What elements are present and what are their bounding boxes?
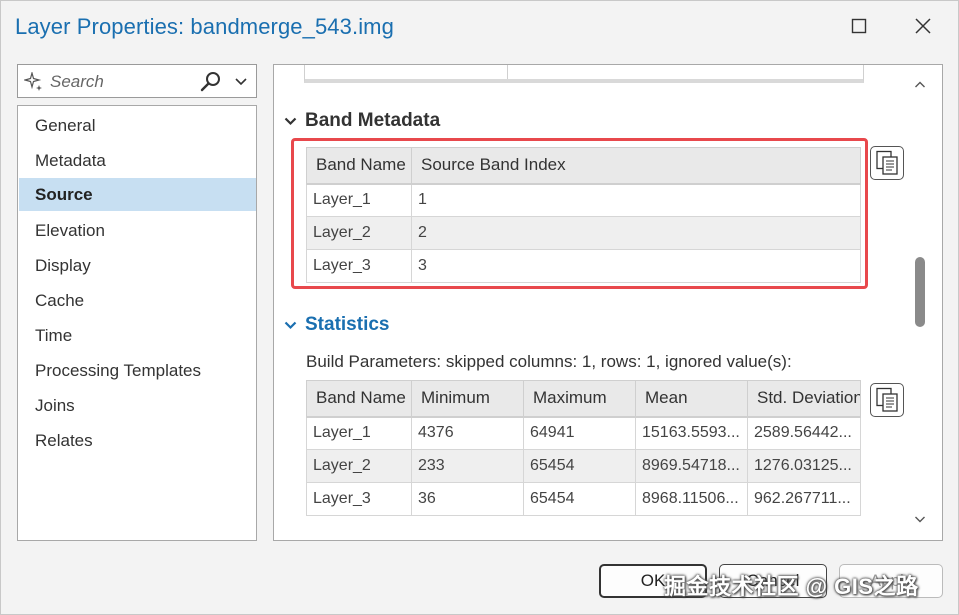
table-cell: 1: [411, 183, 861, 217]
table-cell: 2: [411, 216, 861, 250]
scrollbar-thumb[interactable]: [915, 257, 925, 327]
close-icon: [915, 18, 931, 34]
table-row[interactable]: Layer_1 4376 64941 15163.5593... 2589.56…: [306, 416, 861, 450]
table-cell: 36: [411, 482, 524, 516]
statistics-header[interactable]: Statistics: [284, 314, 389, 336]
nav-item-joins[interactable]: Joins: [19, 389, 256, 422]
column-header-maximum[interactable]: Maximum: [523, 380, 636, 418]
column-divider: [507, 65, 508, 79]
table-cell: 1276.03125...: [747, 449, 861, 483]
statistics-table: Band Name Minimum Maximum Mean Std. Devi…: [306, 380, 861, 516]
table-row[interactable]: Layer_2 2: [306, 216, 861, 250]
sparkle-icon: [24, 72, 42, 91]
nav-item-processing-templates[interactable]: Processing Templates: [19, 354, 256, 387]
column-header-band-name[interactable]: Band Name: [306, 147, 412, 185]
column-header-minimum[interactable]: Minimum: [411, 380, 524, 418]
table-cell: 65454: [523, 449, 636, 483]
column-header-band-name[interactable]: Band Name: [306, 380, 412, 418]
table-row[interactable]: Layer_3 3: [306, 249, 861, 283]
source-content-pane: Band Metadata Band Name Source Band Inde…: [273, 64, 943, 541]
build-parameters-text: Build Parameters: skipped columns: 1, ro…: [306, 352, 792, 371]
column-header-std-deviation[interactable]: Std. Deviation: [747, 380, 861, 418]
table-cell: Layer_3: [306, 482, 412, 516]
table-cell: 4376: [411, 416, 524, 450]
table-cell: Layer_1: [306, 183, 412, 217]
table-cell: 3: [411, 249, 861, 283]
table-cell: 962.267711...: [747, 482, 861, 516]
previous-table-bottom: [304, 65, 864, 83]
band-metadata-header[interactable]: Band Metadata: [284, 110, 440, 132]
nav-item-source[interactable]: Source: [19, 178, 256, 211]
column-header-mean[interactable]: Mean: [635, 380, 748, 418]
table-cell: 65454: [523, 482, 636, 516]
band-metadata-title: Band Metadata: [305, 110, 441, 131]
chevron-down-icon: [284, 117, 297, 125]
nav-item-elevation[interactable]: Elevation: [19, 214, 256, 247]
chevron-down-icon[interactable]: [234, 75, 248, 89]
chevron-up-icon[interactable]: [914, 79, 926, 91]
property-pages-list: General Metadata Source Elevation Displa…: [17, 105, 257, 541]
band-metadata-table: Band Name Source Band Index Layer_1 1 La…: [306, 147, 861, 283]
close-button[interactable]: [903, 9, 943, 43]
statistics-title: Statistics: [305, 314, 390, 335]
table-row[interactable]: Layer_1 1: [306, 183, 861, 217]
title-bar: Layer Properties: bandmerge_543.img: [1, 1, 958, 53]
maximize-button[interactable]: [839, 9, 879, 43]
search-box[interactable]: Search: [17, 64, 257, 98]
layer-properties-dialog: Layer Properties: bandmerge_543.img Sear…: [0, 0, 959, 615]
table-row[interactable]: Layer_2 233 65454 8969.54718... 1276.031…: [306, 449, 861, 483]
table-row[interactable]: Layer_3 36 65454 8968.11506... 962.26771…: [306, 482, 861, 516]
copy-icon: [876, 150, 898, 175]
search-icon[interactable]: [200, 71, 222, 93]
table-cell: Layer_2: [306, 449, 412, 483]
copy-statistics-button[interactable]: [870, 383, 904, 417]
nav-item-relates[interactable]: Relates: [19, 424, 256, 457]
chevron-down-icon[interactable]: [914, 513, 926, 525]
nav-item-general[interactable]: General: [19, 109, 256, 142]
chevron-down-icon: [284, 321, 297, 329]
table-cell: 8969.54718...: [635, 449, 748, 483]
table-cell: Layer_1: [306, 416, 412, 450]
table-cell: 8968.11506...: [635, 482, 748, 516]
maximize-icon: [851, 18, 867, 34]
table-cell: Layer_2: [306, 216, 412, 250]
copy-icon: [876, 387, 898, 412]
nav-item-display[interactable]: Display: [19, 249, 256, 282]
watermark: 掘金技术社区 @ GIS之路: [664, 574, 919, 599]
table-cell: 64941: [523, 416, 636, 450]
nav-item-metadata[interactable]: Metadata: [19, 144, 256, 177]
search-input[interactable]: Search: [50, 72, 104, 92]
nav-item-time[interactable]: Time: [19, 319, 256, 352]
dialog-title: Layer Properties: bandmerge_543.img: [15, 14, 394, 39]
table-cell: 15163.5593...: [635, 416, 748, 450]
column-header-source-band-index[interactable]: Source Band Index: [411, 147, 861, 185]
table-cell: 2589.56442...: [747, 416, 861, 450]
nav-item-cache[interactable]: Cache: [19, 284, 256, 317]
copy-band-metadata-button[interactable]: [870, 146, 904, 180]
vertical-scrollbar[interactable]: [908, 73, 934, 537]
table-cell: 233: [411, 449, 524, 483]
table-cell: Layer_3: [306, 249, 412, 283]
